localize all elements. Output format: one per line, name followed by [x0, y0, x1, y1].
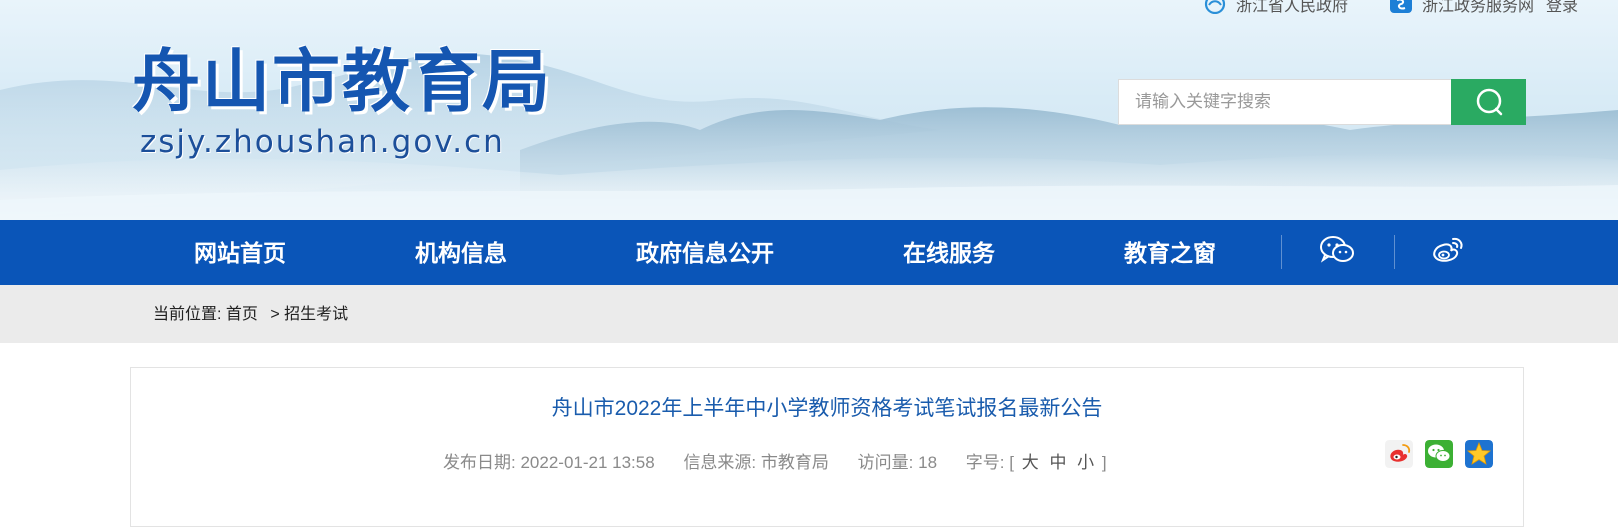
nav-item-online-service[interactable]: 在线服务 [903, 220, 995, 285]
publish-date: 发布日期: 2022-01-21 13:58 [443, 453, 655, 472]
nav-divider [1394, 235, 1395, 269]
nav-item-gov-info[interactable]: 政府信息公开 [636, 220, 774, 285]
visit-count: 访问量: 18 [858, 453, 937, 472]
site-logo[interactable]: 舟山市教育局 zsjy.zhoushan.gov.cn [132, 40, 552, 170]
breadcrumb-separator: > [270, 306, 280, 323]
breadcrumb-bar: 当前位置: 首页 > 招生考试 [0, 285, 1618, 343]
font-size-label: 字号: [965, 453, 1005, 472]
info-source-label: 信息来源: [683, 453, 757, 472]
wechat-share-icon[interactable] [1425, 440, 1453, 468]
nav-divider [1281, 235, 1282, 269]
info-source: 信息来源: 市教育局 [683, 453, 828, 472]
info-source-value: 市教育局 [760, 453, 829, 472]
search-box [1118, 79, 1526, 125]
article-meta: 发布日期: 2022-01-21 13:58 信息来源: 市教育局 访问量: 1… [443, 448, 1107, 473]
search-icon [1476, 88, 1502, 116]
zj-gov-logo-icon [1204, 0, 1226, 14]
weibo-icon[interactable] [1429, 234, 1467, 266]
top-links-bar: 浙江省人民政府 浙江政务服务网 登录 [1162, 0, 1578, 16]
visit-count-label: 访问量: [857, 453, 914, 472]
breadcrumb-home[interactable]: 首页 [226, 306, 258, 323]
favorite-star-icon[interactable] [1465, 440, 1493, 468]
nav-item-org-info[interactable]: 机构信息 [415, 220, 507, 285]
login-link[interactable]: 登录 [1546, 0, 1578, 16]
share-buttons [1373, 440, 1493, 468]
nav-item-home[interactable]: 网站首页 [194, 220, 286, 285]
font-size-bracket-close: ] [1101, 453, 1107, 472]
article-title: 舟山市2022年上半年中小学教师资格考试笔试报名最新公告 [551, 397, 1103, 420]
font-size-small-button[interactable]: 小 [1077, 453, 1094, 472]
search-button[interactable] [1451, 79, 1526, 125]
visit-count-value: 18 [918, 453, 938, 472]
wechat-icon[interactable] [1318, 234, 1356, 266]
article-panel: 舟山市2022年上半年中小学教师资格考试笔试报名最新公告 发布日期: 2022-… [130, 367, 1524, 527]
nav-item-education-window[interactable]: 教育之窗 [1124, 220, 1216, 285]
zj-gov-link-label: 浙江省人民政府 [1235, 0, 1348, 15]
breadcrumb-prefix: 当前位置: [153, 306, 222, 323]
site-header: 浙江省人民政府 浙江政务服务网 登录 舟山市教育局 zsjy.zhoushan.… [0, 0, 1618, 220]
zj-service-link[interactable]: 浙江政务服务网 [1388, 0, 1534, 16]
zj-gov-link[interactable]: 浙江省人民政府 [1202, 0, 1348, 16]
logo-title: 舟山市教育局 [132, 42, 553, 122]
font-size-control: 字号: [ 大 中 小 ] [966, 453, 1107, 472]
font-size-medium-button[interactable]: 中 [1049, 453, 1066, 472]
zj-service-logo-icon [1389, 0, 1412, 13]
publish-date-label: 发布日期: [443, 453, 516, 472]
breadcrumb: 当前位置: 首页 > 招生考试 [153, 285, 348, 345]
font-size-bracket-open: [ [1009, 453, 1014, 472]
weibo-share-icon[interactable] [1385, 440, 1413, 468]
breadcrumb-current[interactable]: 招生考试 [284, 306, 348, 323]
logo-domain: zsjy.zhoushan.gov.cn [140, 124, 505, 160]
publish-date-value: 2022-01-21 13:58 [520, 453, 655, 472]
main-nav: 网站首页 机构信息 政府信息公开 在线服务 教育之窗 [0, 220, 1618, 285]
zj-service-link-label: 浙江政务服务网 [1421, 0, 1534, 15]
font-size-large-button[interactable]: 大 [1022, 453, 1039, 472]
search-input[interactable] [1118, 79, 1451, 125]
